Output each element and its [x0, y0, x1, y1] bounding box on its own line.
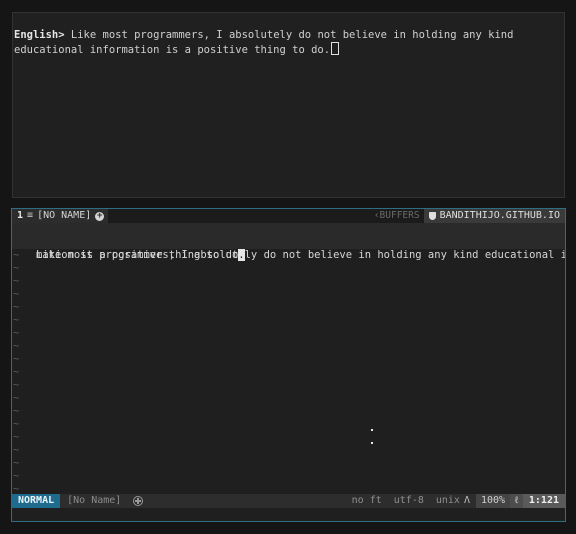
empty-line-marker: ~ [13, 418, 20, 430]
tab-no-name[interactable]: 1 ≡ [NO NAME] + [12, 209, 109, 223]
tabline-right: ‹BUFFERS BANDITHIJO.GITHUB.IO [374, 209, 565, 223]
empty-line-marker: ~ [13, 431, 20, 443]
empty-line-marker: ~ [13, 262, 20, 274]
terminal-prompt: English> [14, 29, 65, 41]
line-text-wrapped[interactable]: mation is a positive thing to do. [36, 249, 565, 262]
editor-line[interactable]: 1 Like most programmers, I absolutely do… [12, 223, 565, 261]
editor-area[interactable]: 1 Like most programmers, I absolutely do… [12, 223, 565, 495]
empty-line-marker: ~ [13, 288, 20, 300]
empty-line-marker: ~ [13, 470, 20, 482]
empty-line-marker: ~ [13, 275, 20, 287]
statusline: NORMAL [No Name] no ft utf-8 unix Λ 100%… [12, 494, 565, 508]
mode-indicator: NORMAL [12, 494, 61, 508]
empty-line-marker: ~ [13, 392, 20, 404]
vim-cursor: . [238, 249, 245, 261]
vim-pane[interactable]: 1 ≡ [NO NAME] + ‹BUFFERS BANDITHIJO.GITH… [11, 208, 566, 522]
terminal-cursor [331, 42, 340, 55]
plus-circle-icon[interactable]: + [95, 211, 105, 221]
empty-line-marker: ~ [13, 366, 20, 378]
empty-line-marker: ~ [13, 249, 20, 261]
plus-circle-icon [133, 496, 144, 506]
site-label: BANDITHIJO.GITHUB.IO [439, 210, 560, 221]
file-name: [No Name] [67, 495, 122, 506]
empty-line-marker: ~ [13, 379, 20, 391]
empty-line-marker: ~ [13, 314, 20, 326]
site-badge: BANDITHIJO.GITHUB.IO [423, 209, 565, 223]
shield-icon [428, 212, 436, 220]
terminal-pane[interactable]: English> Like most programmers, I absolu… [12, 12, 565, 198]
mouse-pointer-dot [371, 442, 373, 444]
mouse-pointer-dot [371, 429, 373, 431]
editor-line-wrapped[interactable]: mation is a positive thing to do. [12, 236, 565, 261]
file-format: unix [435, 495, 460, 506]
file-encoding: utf-8 [393, 495, 424, 506]
empty-line-marker: ~ [13, 327, 20, 339]
empty-line-marker: ~ [13, 457, 20, 469]
empty-line-marker: ~ [13, 340, 20, 352]
line-number-icon: ℓ [510, 494, 523, 508]
empty-line-marker: ~ [13, 353, 20, 365]
scroll-percent: 100% [476, 494, 511, 508]
tab-number: 1 [17, 210, 24, 221]
empty-line-marker: ~ [13, 444, 20, 456]
line-text-continued: mation is a positive thing to do [36, 249, 239, 261]
command-line[interactable] [12, 508, 565, 521]
cursor-position: 1:121 [522, 494, 565, 508]
terminal-output-text: Like most programmers, I absolutely do n… [14, 29, 520, 56]
buffer-list-icon: ≡ [27, 210, 34, 221]
empty-line-marker: ~ [13, 405, 20, 417]
arch-linux-icon: Λ [463, 495, 470, 506]
buffers-label: ‹BUFFERS [373, 210, 420, 221]
empty-line-marker: ~ [13, 301, 20, 313]
filetype: no ft [351, 495, 382, 506]
tabline: 1 ≡ [NO NAME] + ‹BUFFERS BANDITHIJO.GITH… [12, 209, 565, 223]
tab-label: [NO NAME] [37, 210, 92, 221]
